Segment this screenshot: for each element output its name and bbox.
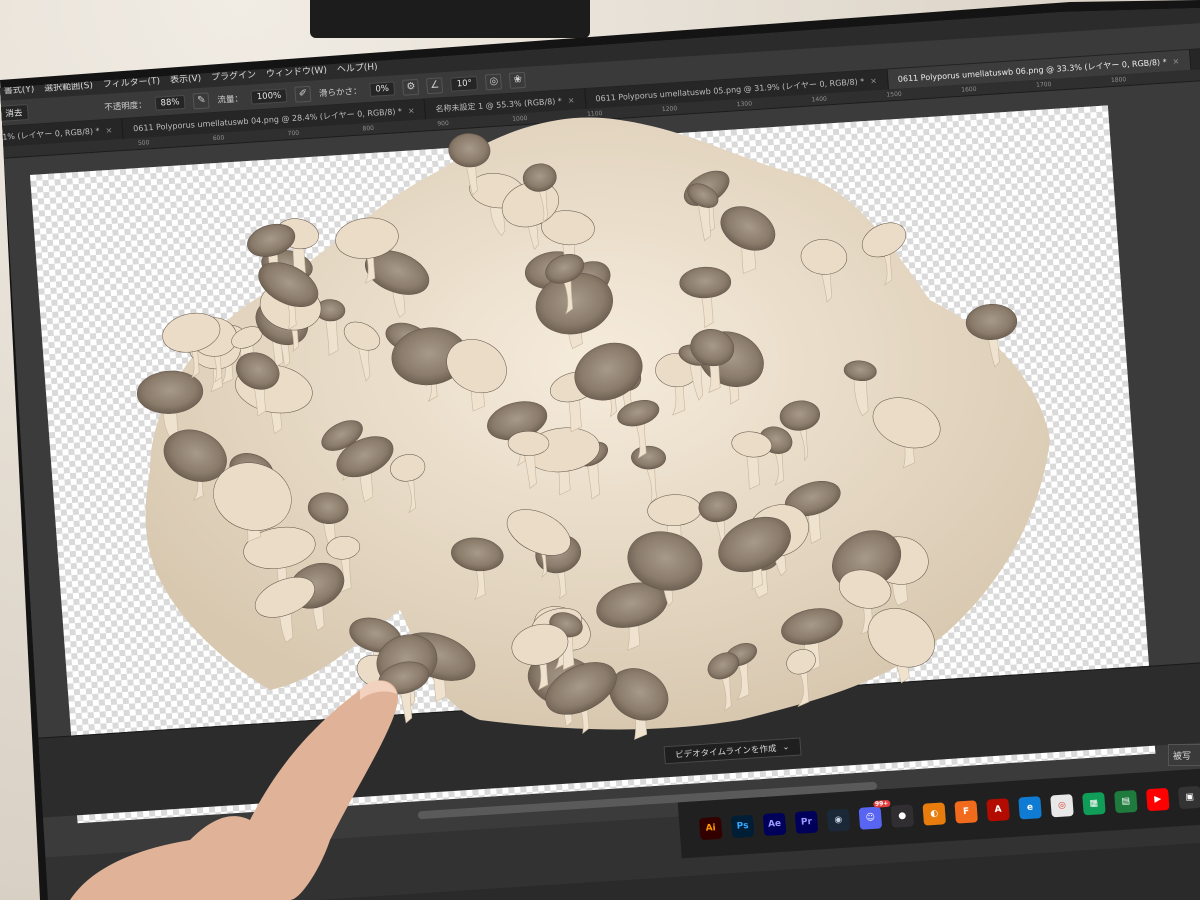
flow-label: 流量：	[217, 93, 244, 106]
ruler-tick-label: 1300	[736, 100, 753, 109]
pressure-opacity-icon[interactable]: ✎	[192, 91, 211, 109]
close-icon[interactable]: ×	[567, 95, 574, 104]
acrobat-icon[interactable]: A	[986, 798, 1010, 822]
steam-icon[interactable]: ◉	[826, 808, 851, 832]
notification-badge: 99+	[872, 799, 891, 808]
ruler-tick-label: 1800	[1110, 76, 1127, 85]
smoothing-label: 滑らかさ：	[318, 85, 362, 99]
close-icon[interactable]: ×	[408, 106, 415, 115]
gear-icon[interactable]: ⚙	[402, 78, 420, 96]
fusion-icon[interactable]: F	[954, 800, 978, 824]
ruler-tick-label: 1000	[511, 114, 528, 123]
smoothing-field[interactable]: 0%	[368, 80, 396, 97]
youtube-icon[interactable]: ▶	[1146, 787, 1170, 812]
angle-icon: ∠	[426, 76, 444, 94]
discord-icon[interactable]: ☺ 99+	[858, 799, 891, 830]
airbrush-icon[interactable]: ✐	[294, 85, 312, 103]
ruler-tick-label: 800	[362, 124, 375, 133]
ruler-tick-label: 1400	[811, 95, 828, 104]
ruler-tick-label: 500	[137, 139, 150, 148]
side-panel-chip[interactable]: 被写	[1168, 744, 1200, 766]
opacity-field[interactable]: 88%	[154, 94, 186, 111]
photoshop-icon[interactable]: Ps	[730, 814, 755, 839]
ruler-tick-label: 900	[437, 119, 450, 128]
sheets-icon[interactable]: ▦	[1082, 791, 1106, 816]
brush-mode-select[interactable]: 消去	[0, 103, 29, 122]
notes-icon[interactable]: ▤	[1114, 789, 1138, 814]
app-box-icon[interactable]: ▣	[1177, 785, 1200, 810]
tab-label: 51% (レイヤー 0, RGB/8) *	[0, 125, 100, 142]
butterfly-icon[interactable]: ❀	[509, 71, 527, 89]
edge-icon[interactable]: e	[1018, 796, 1042, 820]
obs-icon[interactable]: ●	[890, 804, 915, 828]
chevron-down-icon[interactable]: ⌄	[782, 742, 790, 752]
ruler-tick-label: 1100	[586, 109, 603, 118]
opacity-label: 不透明度：	[103, 99, 148, 113]
monitor-webcam-bar	[310, 0, 590, 38]
pressure-size-icon[interactable]: ◎	[485, 72, 503, 90]
ruler-tick-label: 1700	[1035, 80, 1052, 89]
premiere-icon[interactable]: Pr	[794, 810, 819, 834]
close-icon[interactable]: ×	[870, 76, 877, 85]
ruler-tick-label: 700	[287, 129, 300, 138]
chrome-icon[interactable]: ◎	[1050, 794, 1074, 818]
monitor-screen: 書式(Y) 選択範囲(S) フィルター(T) 表示(V) プラグイン ウィンドウ…	[0, 8, 1200, 900]
aftereffects-icon[interactable]: Ae	[762, 812, 787, 837]
blender-icon[interactable]: ◐	[922, 802, 947, 826]
ruler-tick-label: 1600	[961, 85, 977, 94]
create-video-timeline-label: ビデオタイムラインを作成	[674, 744, 777, 761]
illustrator-icon[interactable]: Ai	[698, 816, 723, 841]
close-icon[interactable]: ×	[1172, 56, 1179, 65]
side-panel-label: 被写	[1173, 752, 1192, 762]
ruler-tick-label: 1500	[886, 90, 902, 99]
close-icon[interactable]: ×	[105, 125, 112, 134]
create-video-timeline-button[interactable]: ビデオタイムラインを作成 ⌄	[663, 737, 802, 765]
flow-field[interactable]: 100%	[250, 87, 288, 105]
angle-field[interactable]: 10°	[450, 75, 479, 92]
photoshop-window: 書式(Y) 選択範囲(S) フィルター(T) 表示(V) プラグイン ウィンドウ…	[0, 8, 1200, 900]
ruler-tick-label: 1200	[661, 105, 678, 114]
ruler-tick-label: 600	[212, 134, 225, 143]
